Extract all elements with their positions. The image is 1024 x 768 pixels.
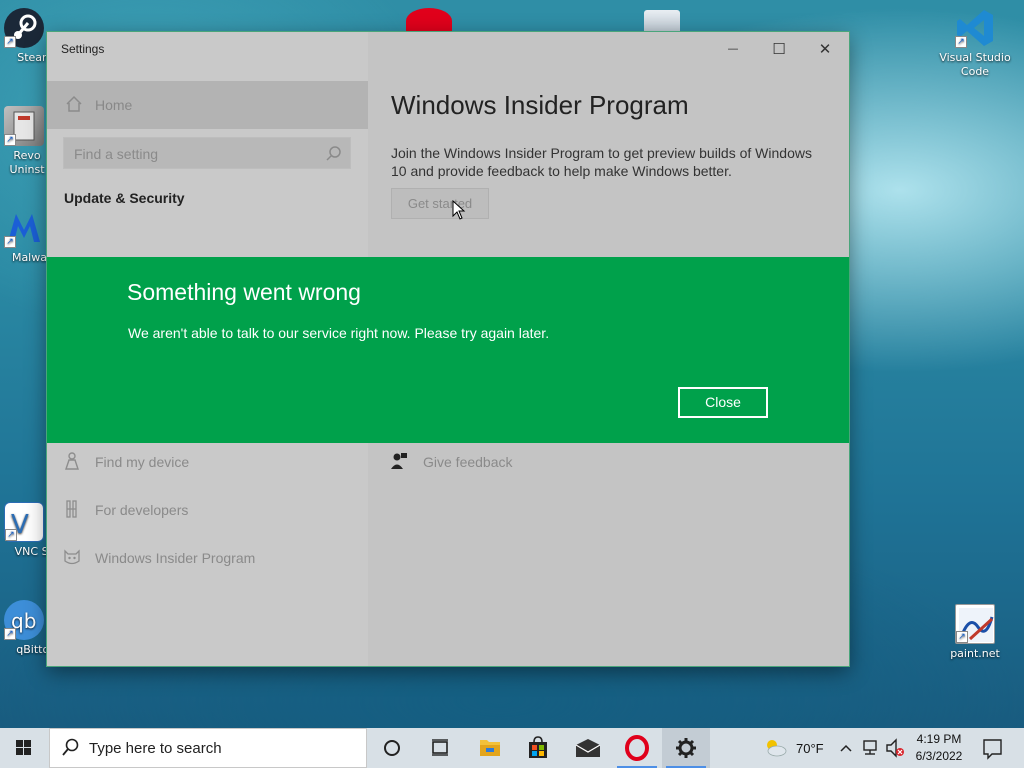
paint-net-icon: ↗ xyxy=(955,604,995,644)
search-icon xyxy=(326,145,342,161)
gear-icon xyxy=(676,738,696,758)
sidebar-item-label: Find my device xyxy=(95,454,190,470)
taskbar-search[interactable]: Type here to search xyxy=(49,728,367,768)
visual-studio-code-icon: ↗ xyxy=(955,8,995,48)
weather-widget[interactable]: 70°F xyxy=(762,728,832,768)
vnc-server-icon: V ↗ xyxy=(4,502,44,542)
volume-muted-icon xyxy=(886,738,904,758)
revo-uninstaller-icon: ↗ xyxy=(4,106,44,146)
give-feedback-label: Give feedback xyxy=(423,454,513,470)
notifications-button[interactable] xyxy=(978,728,1008,768)
desktop-icon-label: Revo Uninst xyxy=(9,149,45,176)
developer-tools-icon xyxy=(63,500,81,518)
page-title: Windows Insider Program xyxy=(391,90,689,120)
find-setting-search[interactable] xyxy=(63,137,351,169)
opera-desktop-icon[interactable] xyxy=(406,8,452,34)
window-title: Settings xyxy=(61,42,105,56)
opera-button[interactable] xyxy=(613,728,661,768)
recycle-bin-desktop-icon[interactable] xyxy=(644,10,680,34)
malwarebytes-icon: ↗ xyxy=(4,208,44,248)
desktop-icon-visual-studio-code[interactable]: ↗ Visual Studio Code xyxy=(937,8,1013,79)
sidebar-home[interactable]: Home xyxy=(47,81,368,129)
chevron-up-icon xyxy=(840,744,852,752)
sidebar-item-for-developers[interactable]: For developers xyxy=(47,490,368,530)
task-view-icon xyxy=(432,739,448,756)
steam-icon: ↗ xyxy=(4,8,44,48)
microsoft-store-button[interactable] xyxy=(514,728,562,768)
partly-cloudy-icon xyxy=(767,740,787,757)
minimize-button[interactable]: — xyxy=(710,36,756,62)
person-location-icon xyxy=(63,452,81,470)
sidebar-item-label: For developers xyxy=(95,502,189,518)
sidebar-item-windows-insider-program[interactable]: Windows Insider Program xyxy=(47,538,368,578)
mouse-cursor-icon xyxy=(452,199,466,220)
settings-button[interactable] xyxy=(662,728,710,768)
file-explorer-button[interactable] xyxy=(466,728,514,768)
dialog-title: Something went wrong xyxy=(127,279,361,305)
error-dialog: Something went wrong We aren't able to t… xyxy=(47,257,849,443)
opera-icon xyxy=(625,735,649,761)
close-window-button[interactable]: ✕ xyxy=(802,36,848,62)
desktop-icon-label: paint.net xyxy=(950,647,1000,660)
mail-icon xyxy=(575,739,601,757)
show-hidden-icons-button[interactable] xyxy=(836,728,856,768)
sidebar-item-find-my-device[interactable]: Find my device xyxy=(47,442,368,482)
volume-button[interactable] xyxy=(884,728,906,768)
sidebar-home-label: Home xyxy=(95,97,133,113)
dialog-message: We aren't able to talk to our service ri… xyxy=(128,325,550,341)
page-description: Join the Windows Insider Program to get … xyxy=(391,145,812,179)
weather-temperature: 70°F xyxy=(796,741,824,756)
desktop-icon-paint-net[interactable]: ↗ paint.net xyxy=(937,604,1013,661)
notification-icon xyxy=(983,739,1002,760)
insider-cat-icon xyxy=(63,548,81,566)
mail-button[interactable] xyxy=(564,728,612,768)
maximize-button[interactable]: ☐ xyxy=(756,36,802,62)
qbittorrent-icon: qb ↗ xyxy=(4,600,44,640)
cortana-button[interactable] xyxy=(368,728,416,768)
network-button[interactable] xyxy=(860,728,882,768)
cortana-icon xyxy=(384,740,400,756)
clock-date: 6/3/2022 xyxy=(915,749,963,763)
clock[interactable]: 4:19 PM 6/3/2022 xyxy=(910,728,968,768)
network-icon xyxy=(863,740,877,755)
store-icon xyxy=(529,736,547,758)
dialog-close-button[interactable]: Close xyxy=(678,387,768,418)
find-setting-input[interactable] xyxy=(74,144,314,164)
sidebar-item-label: Windows Insider Program xyxy=(95,550,256,566)
windows-logo-icon xyxy=(16,740,31,755)
clock-time: 4:19 PM xyxy=(916,732,962,746)
taskbar: Type here to search 70°F 4:19 PM 6/3/202… xyxy=(0,728,1024,768)
home-icon xyxy=(65,95,83,113)
get-started-button[interactable]: Get started xyxy=(391,188,489,219)
feedback-icon xyxy=(391,452,407,470)
taskbar-search-placeholder: Type here to search xyxy=(89,740,222,757)
search-icon xyxy=(62,738,80,760)
start-button[interactable] xyxy=(0,728,48,768)
folder-icon xyxy=(480,740,500,756)
desktop-icon-label: Visual Studio Code xyxy=(939,51,1011,78)
sidebar-section-title: Update & Security xyxy=(64,190,185,206)
task-view-button[interactable] xyxy=(416,728,464,768)
